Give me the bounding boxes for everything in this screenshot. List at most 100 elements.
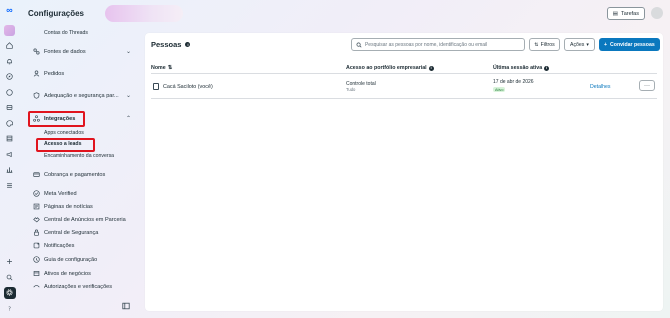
people-panel: Pessoas i ⇅ Filtros Ações ▾ + Convidar p… [145,33,663,311]
sidebar-item-label: Meta Verified [44,190,77,197]
stack-icon[interactable] [4,102,16,114]
panel-header: Pessoas i [151,40,191,49]
sidebar-item-label: Notificações [44,242,75,249]
person-name-cell: Cacá Saciloto (você) [153,83,213,90]
person-icon [33,70,40,77]
svg-text:?: ? [8,306,11,312]
collapse-sidebar-icon[interactable] [122,302,130,310]
top-bar: Configurações ▤ Tarefas [19,0,670,28]
shield-icon [33,92,40,99]
search-icon [356,42,362,48]
status-badge: Ativo [493,87,506,92]
sidebar-item-label: Adequação e segurança par... [44,92,119,99]
column-header-last-session: Última sessão ativa i [493,65,550,71]
last-session-cell: 17 de abr de 2026 Ativo [493,79,534,92]
sidebar-item-contas-threads[interactable]: Contas do Threads [44,30,88,36]
sidebar-item-label: Ativos de negócios [44,270,91,277]
sidebar-item-cobranca[interactable]: Cobrança e pagamentos [33,171,139,178]
sidebar-item-meta-verified[interactable]: Meta Verified [33,190,139,197]
highlight-integracoes [28,111,85,127]
sidebar-item-label: Autorizações e verificações [44,283,113,290]
sidebar-item-label: Central de Segurança [44,229,99,236]
guide-icon [33,256,40,263]
sidebar-item-label: Fontes de dados [44,48,86,55]
security-icon [33,229,40,236]
panel-title: Pessoas [151,40,182,49]
sidebar-item-paginas-noticias[interactable]: Páginas de notícias [33,203,139,210]
account-avatar[interactable] [4,25,15,36]
person-card-icon [153,83,159,90]
sidebar-subitem-encaminhamento[interactable]: Encaminhamento da conversa [44,153,114,159]
palette-icon[interactable] [4,117,16,129]
partnership-icon [33,216,40,223]
highlight-acesso-leads [36,138,95,152]
table-header: Nome ⇅ Acesso ao portfólio empresarial i… [151,63,657,74]
column-header-access: Acesso ao portfólio empresarial i [346,65,434,71]
sidebar-item-autorizacoes[interactable]: Autorizações e verificações [33,283,139,290]
sidebar-item-adequacao[interactable]: Adequação e segurança par... ⌄ [33,92,139,99]
sidebar-item-label: Guia de configuração [44,256,98,263]
column-header-name[interactable]: Nome ⇅ [151,65,172,71]
sidebar-item-notificacoes[interactable]: Notificações [33,242,139,249]
gear-icon[interactable] [3,286,16,299]
billing-icon [33,171,40,178]
chevron-down-icon: ⌄ [125,93,131,99]
chevron-up-icon: ⌃ [125,116,131,122]
info-icon[interactable]: i [544,65,550,71]
sidebar-item-guia-config[interactable]: Guia de configuração [33,256,139,263]
bell-icon[interactable] [4,55,16,67]
sidebar-item-ativos-negocios[interactable]: Ativos de negócios [33,270,139,277]
sort-icon: ⇅ [167,65,173,71]
data-sources-icon [33,48,40,55]
sidebar-subitem-apps-conectados[interactable]: Apps conectados [44,130,84,136]
user-avatar[interactable] [651,7,663,19]
sidebar-item-pedidos[interactable]: Pedidos [33,70,139,77]
news-icon [33,203,40,210]
invite-people-button[interactable]: + Convidar pessoas [599,38,660,51]
left-rail: ∞ ? [0,0,19,318]
sidebar-item-central-seguranca[interactable]: Central de Segurança [33,229,139,236]
sidebar-item-label: Central de Anúncios em Parceria [44,216,126,223]
page-title: Configurações [28,9,85,18]
notification-icon [33,242,40,249]
tasks-label: Tarefas [620,10,639,17]
help-icon[interactable]: ? [4,302,16,314]
table-icon[interactable] [4,133,16,145]
info-icon[interactable]: i [185,42,191,47]
plus-icon[interactable] [4,256,16,268]
invite-label: Convidar pessoas [610,41,655,48]
tasks-button[interactable]: ▤ Tarefas [606,7,645,20]
more-options-button[interactable]: ··· [639,80,655,91]
authorization-icon [33,283,40,290]
filter-icon: ⇅ [534,41,539,48]
compass-icon[interactable] [4,71,16,83]
plus-icon: + [604,41,608,48]
search-icon[interactable] [4,271,16,283]
actions-button[interactable]: Ações ▾ [564,38,595,51]
filters-label: Filtros [540,41,555,48]
verified-icon [33,190,40,197]
info-icon[interactable]: i [428,65,434,71]
settings-sidebar: Contas do Threads Fontes de dados ⌄ Pedi… [27,28,139,316]
details-link[interactable]: Detalhes [590,84,610,90]
sidebar-item-label: Cobrança e pagamentos [44,171,106,178]
bar-chart-icon[interactable] [4,164,16,176]
people-search[interactable] [351,38,525,51]
sidebar-item-central-anuncios[interactable]: Central de Anúncios em Parceria [33,216,139,223]
megaphone-icon[interactable] [4,148,16,160]
filters-button[interactable]: ⇅ Filtros [529,38,560,51]
access-cell: Controle total Tudo [346,81,376,92]
meta-logo-icon[interactable]: ∞ [3,6,17,15]
chat-icon[interactable] [4,86,16,98]
sidebar-item-label: Páginas de notícias [44,203,93,210]
chevron-down-icon: ⌄ [125,49,131,55]
sidebar-item-fontes-dados[interactable]: Fontes de dados ⌄ [33,48,139,55]
home-icon[interactable] [4,40,16,52]
business-portfolio-selector[interactable] [105,5,183,22]
menu-icon[interactable] [4,179,16,191]
actions-label: Ações [569,41,585,48]
sidebar-item-label: Pedidos [44,70,65,77]
search-input[interactable] [364,41,524,48]
assets-icon [33,270,40,277]
table-row[interactable]: Cacá Saciloto (você) Controle total Tudo… [151,75,657,99]
